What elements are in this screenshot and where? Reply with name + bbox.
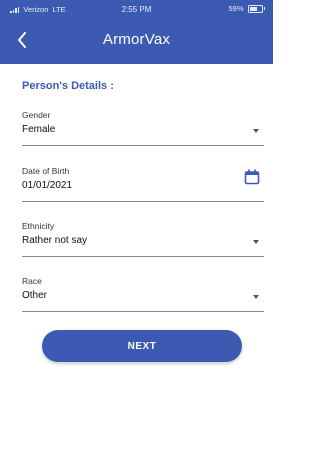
gender-label: Gender (22, 110, 51, 120)
date-of-birth-underline (22, 201, 264, 202)
race-select[interactable]: Race Other (22, 276, 264, 312)
status-bar: Verizon LTE 2:55 PM 59% (0, 0, 273, 18)
date-of-birth-label: Date of Birth (22, 166, 70, 176)
gender-value: Female (22, 124, 56, 135)
ethnicity-value: Rather not say (22, 235, 88, 246)
next-button[interactable]: NEXT (42, 330, 242, 362)
race-label: Race (22, 276, 42, 286)
battery-indicator: 59% (228, 4, 265, 13)
battery-percent: 59% (228, 4, 244, 13)
date-of-birth-field[interactable]: Date of Birth 01/01/2021 (22, 166, 264, 202)
nav-bar: ArmorVax (0, 24, 273, 60)
date-of-birth-value: 01/01/2021 (22, 180, 73, 191)
gender-select[interactable]: Gender Female (22, 110, 264, 146)
dropdown-caret-icon (253, 295, 259, 299)
calendar-icon[interactable] (244, 169, 260, 185)
app-header: Verizon LTE 2:55 PM 59% ArmorVax (0, 0, 273, 64)
race-value: Other (22, 290, 48, 301)
dropdown-caret-icon (253, 129, 259, 133)
ethnicity-underline (22, 256, 264, 257)
ethnicity-select[interactable]: Ethnicity Rather not say (22, 221, 264, 257)
race-underline (22, 311, 264, 312)
gender-underline (22, 145, 264, 146)
battery-icon (247, 4, 263, 13)
ethnicity-label: Ethnicity (22, 221, 55, 231)
section-title: Person's Details : (22, 80, 114, 92)
dropdown-caret-icon (253, 240, 259, 244)
page-title: ArmorVax (102, 31, 171, 48)
